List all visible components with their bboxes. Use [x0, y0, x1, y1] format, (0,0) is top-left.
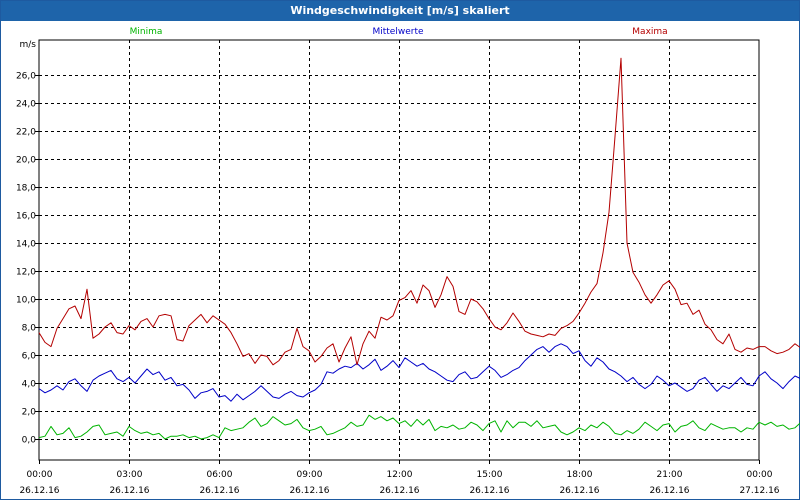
y-tick-label: 2,0	[22, 408, 37, 418]
series-line-maxima	[38, 57, 800, 366]
legend-entry-minima: Minima	[130, 27, 163, 37]
y-axis-unit: m/s	[20, 40, 37, 50]
x-tick-time: 00:00	[747, 470, 773, 480]
x-tick-date: 26.12.16	[649, 486, 689, 496]
legend-entry-mittelwerte: Mittelwerte	[372, 27, 423, 37]
y-tick-label: 18,0	[16, 184, 36, 194]
y-tick-label: 26,0	[16, 72, 36, 82]
x-tick-time: 21:00	[657, 470, 683, 480]
y-tick-label: 0,0	[22, 436, 37, 446]
x-tick-time: 03:00	[117, 470, 143, 480]
x-tick-date: 26.12.16	[559, 486, 599, 496]
x-tick-date: 26.12.16	[109, 486, 149, 496]
y-tick-label: 24,0	[16, 100, 36, 110]
x-tick-date: 26.12.16	[289, 486, 329, 496]
y-tick-label: 10,0	[16, 296, 36, 306]
y-tick-label: 14,0	[16, 240, 36, 250]
y-tick-label: 22,0	[16, 128, 36, 138]
series-line-minima	[38, 414, 800, 440]
x-tick-time: 06:00	[207, 470, 233, 480]
x-tick-date: 26.12.16	[379, 486, 419, 496]
legend: Minima Mittelwerte Maxima	[130, 27, 668, 37]
x-tick-date: 27.12.16	[739, 486, 779, 496]
x-tick-time: 12:00	[387, 470, 413, 480]
x-tick-time: 15:00	[477, 470, 503, 480]
y-tick-label: 20,0	[16, 156, 36, 166]
x-tick-time: 09:00	[297, 470, 323, 480]
grid	[39, 40, 759, 460]
legend-entry-maxima: Maxima	[632, 27, 667, 37]
y-tick-label: 8,0	[22, 324, 37, 334]
series-lines	[38, 57, 800, 440]
y-tick-label: 4,0	[22, 380, 37, 390]
wind-speed-chart: 0,0 2,0 4,0 6,0 8,0 10,0 12,0 14,0 16,0 18,0 20,0 2…	[16, 27, 800, 496]
series-line-mittelwerte	[38, 343, 800, 402]
x-tick-time: 18:00	[567, 470, 593, 480]
y-tick-label: 12,0	[16, 268, 36, 278]
x-tick-date: 26.12.16	[469, 486, 509, 496]
x-tick-time: 00:00	[27, 470, 53, 480]
y-tick-label: 6,0	[22, 352, 37, 362]
x-tick-date: 26.12.16	[199, 486, 239, 496]
y-tick-label: 16,0	[16, 212, 36, 222]
x-tick-date: 26.12.16	[19, 486, 59, 496]
